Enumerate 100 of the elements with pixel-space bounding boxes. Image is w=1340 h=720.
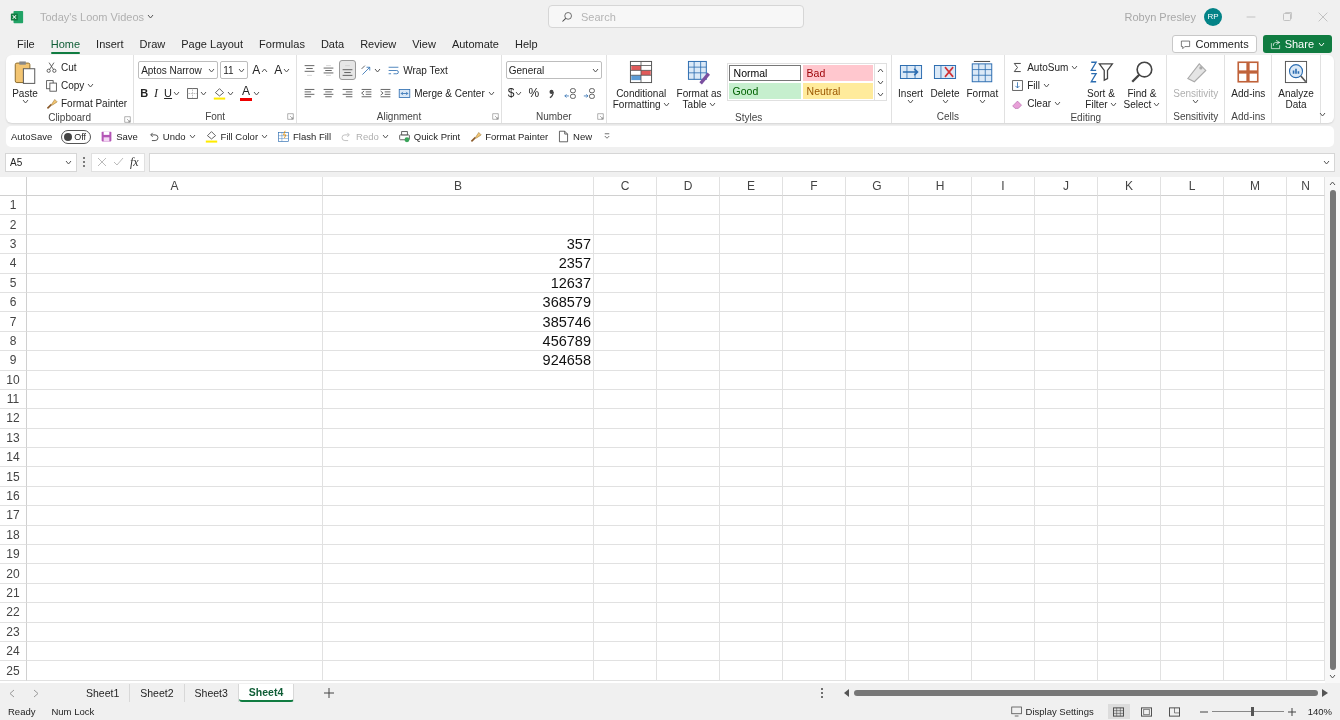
column-header[interactable]: C [594,177,657,196]
grid-cell[interactable] [1161,448,1224,468]
user-avatar[interactable]: RP [1204,7,1222,26]
grid-cell[interactable] [1224,467,1287,487]
grid-cell[interactable] [909,389,972,410]
grid-cell[interactable] [972,661,1035,681]
row-header[interactable]: 25 [0,661,27,681]
grid-cell[interactable] [1224,448,1287,468]
grid-cell[interactable] [594,292,657,313]
grid-cell[interactable] [657,292,720,313]
zoom-in-icon[interactable] [1287,707,1296,716]
grid-cell[interactable] [1035,467,1098,487]
row-header[interactable]: 4 [0,254,27,274]
grid-cell[interactable] [783,506,846,526]
grid-cell[interactable] [1098,428,1161,449]
grid-cell[interactable] [1098,254,1161,274]
grid-cell[interactable] [1224,661,1287,681]
grid-cell[interactable] [657,622,720,642]
ribbon-tab[interactable]: Formulas [251,33,313,55]
more-options-icon[interactable] [81,155,87,169]
row-header[interactable]: 2 [0,215,27,235]
grid-cell[interactable] [720,254,783,274]
grid-cell[interactable] [323,642,594,662]
column-header[interactable]: E [720,177,783,196]
grid-cell[interactable] [27,351,323,371]
grid-cell[interactable] [846,448,909,468]
grid-cell[interactable] [1161,312,1224,332]
grid-cell[interactable] [720,273,783,293]
grid-cell[interactable] [1224,506,1287,526]
grid-cell[interactable] [846,331,909,352]
number-format-dropdown[interactable]: General [505,61,602,79]
table-cell[interactable]: 456789 [323,331,594,352]
grid-cell[interactable] [657,448,720,468]
dialog-launcher-icon[interactable] [595,112,605,121]
grid-cell[interactable] [1035,215,1098,235]
grid-cell[interactable] [720,234,783,255]
grid-cell[interactable] [323,215,594,235]
cell-style[interactable]: Neutral [802,83,873,99]
grid-cell[interactable] [27,215,323,235]
grid-cell[interactable] [972,196,1035,216]
ribbon-tab[interactable]: Insert [88,33,132,55]
grid-cell[interactable] [909,583,972,604]
grid-cell[interactable] [1035,370,1098,390]
grid-cell[interactable] [657,331,720,352]
row-header[interactable]: 19 [0,545,27,565]
new-file-button[interactable]: New [557,130,593,143]
vertical-scrollbar[interactable] [1325,177,1340,683]
row-header[interactable]: 1 [0,196,27,216]
grid-cell[interactable] [27,234,323,255]
grid-cell[interactable] [1224,428,1287,449]
grid-cell[interactable] [1035,583,1098,604]
grid-cell[interactable] [27,273,323,293]
grid-cell[interactable] [972,486,1035,507]
grid-cell[interactable] [594,196,657,216]
undo-button[interactable]: Undo [146,130,196,143]
grid-cell[interactable] [846,389,909,410]
grid-cell[interactable] [1161,254,1224,274]
grid-cell[interactable] [27,196,323,216]
grid-cell[interactable] [720,409,783,429]
wrap-text-button[interactable]: Wrap Text [385,61,450,79]
grid-cell[interactable] [846,642,909,662]
column-header[interactable]: D [657,177,720,196]
grid-cell[interactable] [783,545,846,565]
grid-cell[interactable] [594,312,657,332]
grid-cell[interactable] [1035,234,1098,255]
grid-cell[interactable] [1161,525,1224,546]
grid-cell[interactable] [27,389,323,410]
grid-cell[interactable] [909,254,972,274]
paintbrush-button[interactable]: Format Painter [43,94,130,112]
paintbrush-button[interactable]: Format Painter [469,130,549,143]
column-header[interactable]: M [1224,177,1287,196]
grid-cell[interactable] [1035,506,1098,526]
grid-cell[interactable] [657,545,720,565]
grid-cell[interactable] [1035,409,1098,429]
grid-cell[interactable] [27,661,323,681]
grid-cell[interactable] [909,234,972,255]
grid-cell[interactable] [27,448,323,468]
cancel-icon[interactable] [97,157,107,167]
grid-cell[interactable] [972,564,1035,584]
grid-cell[interactable] [846,351,909,371]
grid-cell[interactable] [657,564,720,584]
grid-cell[interactable] [27,467,323,487]
grid-cell[interactable] [594,370,657,390]
grid-cell[interactable] [323,389,594,410]
grid-cell[interactable] [1224,234,1287,255]
grid-cell[interactable] [1098,622,1161,642]
grid-cell[interactable] [720,642,783,662]
grid-cell[interactable] [909,603,972,623]
grid-cell[interactable] [657,642,720,662]
grid-cell[interactable] [783,370,846,390]
grid-cell[interactable] [846,545,909,565]
grid-cell[interactable] [972,428,1035,449]
grid-cell[interactable] [27,525,323,546]
grid-cell[interactable] [1098,292,1161,313]
grid-cell[interactable] [783,486,846,507]
grid-cell[interactable] [846,525,909,546]
grid-cell[interactable] [1224,196,1287,216]
grid-cell[interactable] [657,467,720,487]
dialog-launcher-icon[interactable] [123,115,133,123]
grid-cell[interactable] [909,467,972,487]
